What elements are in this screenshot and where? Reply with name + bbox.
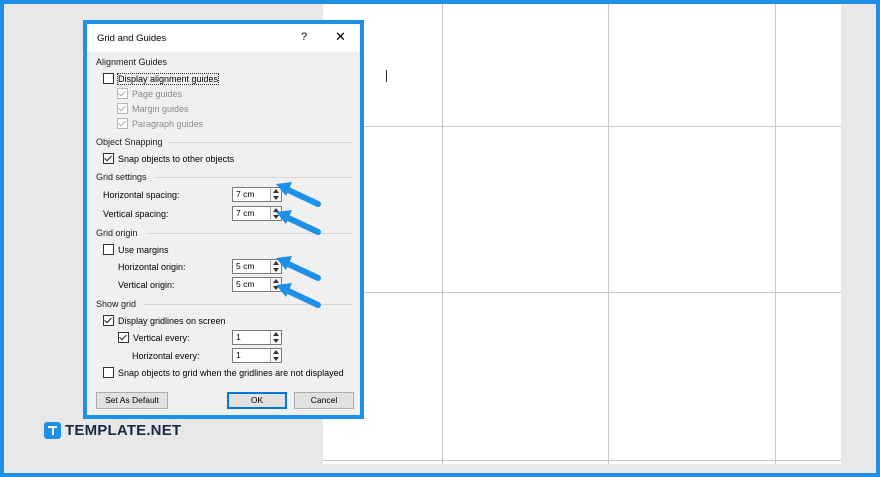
section-grid-settings: Grid settings [96, 172, 147, 182]
checkbox-label: Vertical every: [133, 332, 190, 343]
dialog-titlebar[interactable]: Grid and Guides ? ✕ [87, 24, 360, 52]
section-grid-origin: Grid origin [96, 228, 138, 238]
right-gutter [841, 4, 876, 473]
spin-up-icon[interactable] [273, 332, 279, 336]
checkbox-label: Paragraph guides [132, 118, 204, 129]
display-gridlines-checkbox[interactable]: Display gridlines on screen [103, 315, 226, 326]
margin-guides-checkbox: Margin guides [117, 103, 189, 114]
spin-down-icon[interactable] [273, 357, 279, 361]
checkbox-label: Snap objects to grid when the gridlines … [118, 367, 344, 378]
checkbox-label: Margin guides [132, 103, 189, 114]
gridline-horizontal [323, 292, 841, 293]
cancel-button[interactable]: Cancel [294, 392, 354, 409]
gridline-vertical [608, 4, 609, 464]
stepper-value[interactable]: 7 cm [236, 189, 254, 199]
checkmark-icon [117, 118, 128, 129]
vertical-every-checkbox[interactable]: Vertical every: [118, 332, 190, 343]
checkbox-box[interactable] [103, 367, 114, 378]
gridline-vertical [442, 4, 443, 464]
gridline-horizontal [323, 126, 841, 127]
stepper-value[interactable]: 5 cm [236, 279, 254, 289]
horizontal-spacing-label: Horizontal spacing: [103, 190, 180, 200]
pointing-arrow-icon [276, 283, 321, 308]
spin-down-icon[interactable] [273, 339, 279, 343]
stepper-value[interactable]: 7 cm [236, 208, 254, 218]
snap-when-hidden-checkbox[interactable]: Snap objects to grid when the gridlines … [103, 367, 344, 378]
brand-name: TEMPLATE.NET [65, 422, 182, 439]
checkmark-icon[interactable] [118, 332, 129, 343]
section-object-snapping: Object Snapping [96, 137, 163, 147]
use-margins-checkbox[interactable]: Use margins [103, 244, 169, 255]
horizontal-every-label: Horizontal every: [132, 351, 200, 361]
checkmark-icon[interactable] [103, 153, 114, 164]
spin-up-icon[interactable] [273, 350, 279, 354]
document-page[interactable] [323, 4, 841, 464]
template-logo-icon [44, 422, 61, 439]
checkbox-label: Display alignment guides [116, 72, 220, 85]
checkbox-box[interactable] [103, 244, 114, 255]
section-divider [155, 177, 353, 178]
close-icon[interactable]: ✕ [335, 29, 346, 45]
stepper-value[interactable]: 1 [236, 350, 241, 360]
horizontal-origin-label: Horizontal origin: [118, 262, 186, 272]
stepper-arrows[interactable] [270, 331, 281, 344]
text-cursor [386, 70, 387, 82]
pointing-arrow-icon [276, 182, 321, 207]
checkbox-label: Use margins [118, 244, 169, 255]
checkbox-label: Snap objects to other objects [118, 153, 235, 164]
snap-to-objects-checkbox[interactable]: Snap objects to other objects [103, 153, 234, 164]
vertical-origin-label: Vertical origin: [118, 280, 175, 290]
section-show-grid: Show grid [96, 299, 137, 309]
stepper-value[interactable]: 1 [236, 332, 241, 342]
checkbox-label: Display gridlines on screen [118, 315, 226, 326]
dialog-title: Grid and Guides [97, 33, 167, 44]
page-guides-checkbox: Page guides [117, 88, 182, 99]
gridline-horizontal [323, 460, 841, 461]
screenshot-frame: Grid and Guides ? ✕ Alignment Guides Dis… [0, 0, 880, 477]
ok-button[interactable]: OK [227, 392, 287, 409]
paragraph-guides-checkbox: Paragraph guides [117, 118, 203, 129]
vertical-every-stepper[interactable]: 1 [232, 330, 282, 345]
pointing-arrow-icon [276, 210, 321, 235]
section-divider [169, 142, 353, 143]
template-net-logo: TEMPLATE.NET [44, 422, 181, 439]
section-alignment-guides: Alignment Guides [96, 57, 168, 67]
checkbox-label: Page guides [132, 88, 183, 99]
stepper-value[interactable]: 5 cm [236, 261, 254, 271]
checkmark-icon [117, 88, 128, 99]
set-as-default-button[interactable]: Set As Default [96, 392, 168, 409]
checkmark-icon[interactable] [103, 315, 114, 326]
checkbox-box[interactable] [103, 73, 114, 84]
vertical-spacing-label: Vertical spacing: [103, 209, 169, 219]
checkmark-icon [117, 103, 128, 114]
help-button[interactable]: ? [301, 31, 307, 43]
horizontal-every-stepper[interactable]: 1 [232, 348, 282, 363]
stepper-arrows[interactable] [270, 349, 281, 362]
pointing-arrow-icon [276, 256, 321, 281]
display-alignment-guides-checkbox[interactable]: Display alignment guides [103, 72, 220, 85]
gridline-vertical [775, 4, 776, 464]
